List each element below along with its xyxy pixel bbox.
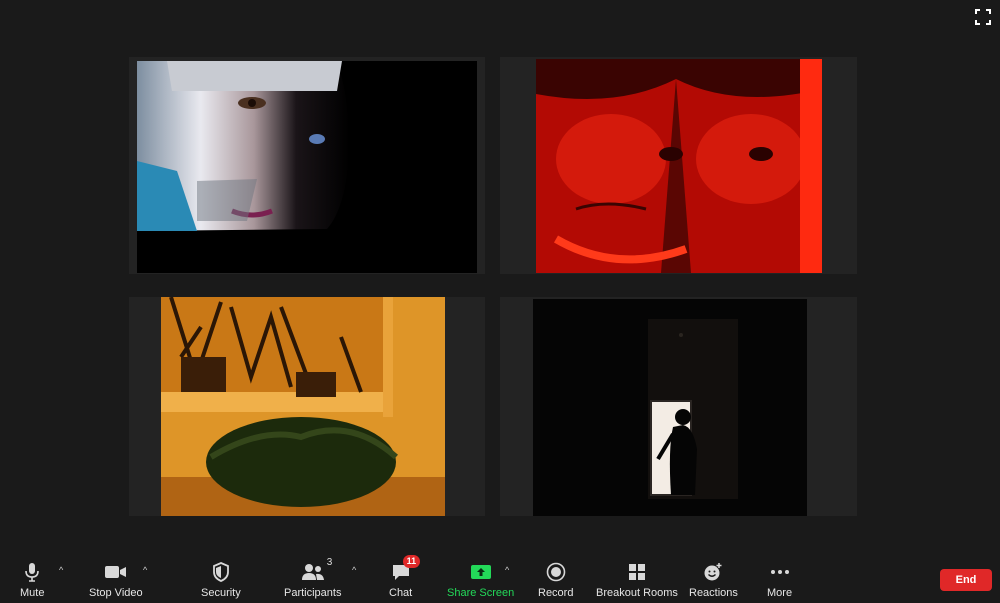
share-screen-icon bbox=[470, 565, 491, 579]
reactions-icon bbox=[704, 563, 722, 581]
participant-video-4 bbox=[533, 299, 807, 516]
more-button[interactable]: More bbox=[767, 561, 792, 599]
reactions-label: Reactions bbox=[689, 587, 738, 599]
end-meeting-button[interactable]: End bbox=[940, 569, 992, 591]
participant-video-3 bbox=[161, 297, 445, 516]
security-label: Security bbox=[201, 587, 241, 599]
mute-button[interactable]: Mute bbox=[20, 561, 44, 599]
share-screen-label: Share Screen bbox=[447, 587, 515, 599]
participants-label: Participants bbox=[284, 587, 342, 599]
stop-video-label: Stop Video bbox=[89, 587, 143, 599]
shield-icon bbox=[212, 562, 229, 582]
participants-button[interactable]: 3 Participants bbox=[284, 557, 342, 599]
microphone-icon bbox=[25, 563, 40, 582]
stop-video-button[interactable]: Stop Video bbox=[89, 561, 143, 599]
fullscreen-icon bbox=[975, 9, 991, 25]
share-screen-options-caret[interactable]: ^ bbox=[505, 565, 509, 575]
video-camera-icon bbox=[104, 566, 126, 578]
video-tile-2[interactable] bbox=[500, 57, 857, 274]
chat-label: Chat bbox=[389, 587, 413, 599]
participants-count: 3 bbox=[326, 557, 333, 568]
video-tile-3[interactable] bbox=[129, 297, 485, 516]
more-icon bbox=[770, 570, 789, 574]
security-button[interactable]: Security bbox=[201, 561, 241, 599]
breakout-rooms-icon bbox=[628, 564, 645, 580]
more-label: More bbox=[767, 587, 793, 599]
participants-icon bbox=[301, 564, 324, 580]
breakout-rooms-button[interactable]: Breakout Rooms bbox=[596, 561, 678, 599]
record-label: Record bbox=[538, 587, 574, 599]
fullscreen-button[interactable] bbox=[974, 8, 992, 26]
chat-button[interactable]: 11 Chat bbox=[389, 555, 421, 599]
mute-label: Mute bbox=[20, 587, 45, 599]
video-tile-4[interactable] bbox=[500, 297, 857, 516]
record-icon bbox=[546, 562, 566, 582]
video-options-caret[interactable]: ^ bbox=[143, 565, 147, 575]
participant-video-2 bbox=[536, 59, 822, 273]
meeting-toolbar: Mute ^ Stop Video ^ Security 3 Participa… bbox=[0, 555, 1000, 603]
video-tile-1[interactable] bbox=[129, 57, 485, 274]
reactions-button[interactable]: Reactions bbox=[689, 561, 738, 599]
participants-options-caret[interactable]: ^ bbox=[352, 565, 356, 575]
chat-unread-badge: 11 bbox=[402, 555, 421, 568]
participant-video-1 bbox=[137, 61, 477, 273]
breakout-rooms-label: Breakout Rooms bbox=[596, 587, 678, 599]
record-button[interactable]: Record bbox=[538, 561, 573, 599]
audio-options-caret[interactable]: ^ bbox=[59, 565, 63, 575]
